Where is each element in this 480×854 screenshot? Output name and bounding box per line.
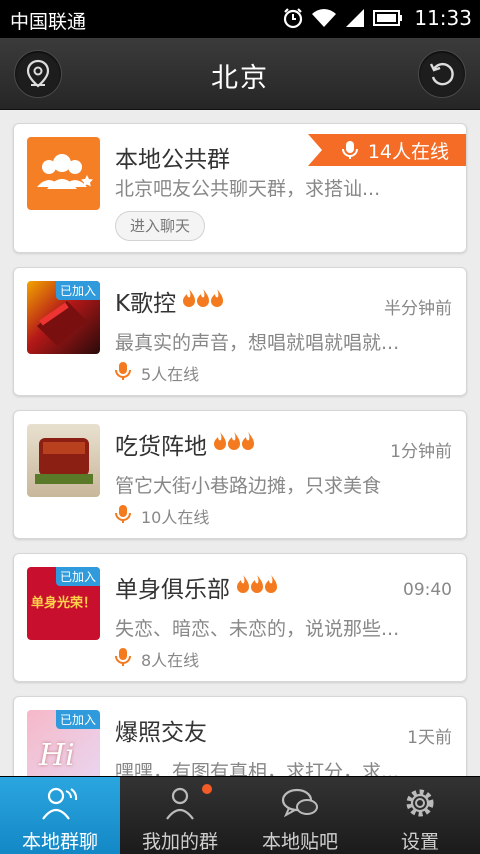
group-card-kge[interactable]: 已加入 K歌控 半分钟前 最真实的声音，想唱就唱就唱就... 5人在线: [13, 267, 467, 396]
group-time: 半分钟前: [384, 299, 452, 319]
group-time: 09:40: [403, 580, 452, 600]
online-count-text: 14人在线: [367, 140, 449, 163]
hot-fire-icon: [213, 431, 255, 457]
group-avatar-text: Hi: [39, 738, 75, 773]
group-name: 吃货阵地: [115, 434, 207, 460]
carrier-name: 中国联通: [10, 11, 87, 33]
voice-icon: [115, 504, 131, 528]
status-icons: 11:33: [282, 6, 472, 30]
group-name-row: 吃货阵地: [115, 427, 255, 461]
signal-icon: [346, 9, 365, 27]
group-desc: 管它大街小巷路边摊，只求美食: [115, 475, 382, 497]
voice-icon: [115, 647, 131, 671]
nav-label: 我加的群: [141, 831, 218, 853]
group-desc: 失恋、暗恋、未恋的，说说那些...: [115, 618, 400, 640]
group-desc: 最真实的声音，想唱就唱就唱就...: [115, 332, 400, 354]
nav-label: 本地群聊: [21, 831, 98, 853]
public-group-name: 本地公共群: [115, 147, 230, 173]
group-online-text: 10人在线: [141, 508, 210, 527]
group-online: 10人在线: [115, 504, 209, 528]
group-name: K歌控: [115, 291, 177, 317]
alarm-icon: [284, 8, 303, 29]
nav-local-chat[interactable]: 本地群聊: [0, 777, 120, 854]
group-online-text: 8人在线: [141, 651, 200, 670]
voice-icon: [115, 361, 131, 385]
public-group-card[interactable]: 本地公共群 14人在线 北京吧友公共聊天群，求搭讪... 进入聊天: [13, 123, 467, 253]
food-image-icon: [35, 438, 93, 484]
group-desc: 嘿嘿，有图有真相，求打分，求...: [115, 761, 400, 776]
joined-badge: 已加入: [55, 567, 100, 586]
hot-fire-icon: [182, 288, 224, 314]
public-group-avatar: [27, 137, 100, 210]
group-list[interactable]: 本地公共群 14人在线 北京吧友公共聊天群，求搭讪... 进入聊天 已加入 K歌…: [0, 110, 480, 776]
group-avatar: 单身光荣！ 已加入: [27, 567, 100, 640]
online-count-tag: 14人在线: [307, 134, 466, 166]
group-time: 1分钟前: [390, 442, 452, 462]
public-group-desc: 北京吧友公共聊天群，求搭讪...: [115, 178, 381, 200]
group-avatar: [27, 424, 100, 497]
group-time: 1天前: [407, 728, 452, 748]
voice-icon: [341, 141, 358, 159]
page-title: 北京: [211, 63, 269, 94]
group-card-single[interactable]: 单身光荣！ 已加入 单身俱乐部 09:40 失恋、暗恋、未恋的，说说那些... …: [13, 553, 467, 682]
hot-fire-icon: [236, 574, 278, 600]
group-name: 单身俱乐部: [115, 577, 230, 603]
status-bar: 中国联通 11:33: [0, 0, 480, 38]
title-bar: 北京: [0, 38, 480, 110]
forum-chat-icon: [281, 788, 318, 818]
wifi-icon: [312, 9, 337, 27]
group-online: 5人在线: [115, 361, 199, 385]
people-group-icon: [37, 154, 93, 189]
group-card-food[interactable]: 吃货阵地 1分钟前 管它大街小巷路边摊，只求美食 10人在线: [13, 410, 467, 539]
nav-my-groups[interactable]: 我加的群: [120, 777, 240, 854]
group-name-row: K歌控: [115, 284, 224, 318]
refresh-button[interactable]: [418, 50, 466, 98]
nav-settings[interactable]: 设置: [360, 777, 480, 854]
group-card-photo[interactable]: Hi 已加入 爆照交友 1天前 嘿嘿，有图有真相，求打分，求...: [13, 696, 467, 776]
refresh-icon: [429, 62, 454, 86]
joined-badge: 已加入: [55, 710, 100, 729]
group-avatar: Hi 已加入: [27, 710, 100, 776]
group-avatar: 已加入: [27, 281, 100, 354]
joined-badge: 已加入: [55, 281, 100, 300]
group-name: 爆照交友: [115, 720, 207, 746]
nav-local-forum[interactable]: 本地贴吧: [240, 777, 360, 854]
group-online: 8人在线: [115, 647, 199, 671]
my-groups-icon: [166, 787, 194, 820]
group-avatar-text: 单身光荣！: [30, 596, 96, 611]
bottom-nav: 本地群聊 我加的群 本地贴吧 设置: [0, 776, 480, 854]
enter-chat-button[interactable]: 进入聊天: [115, 211, 206, 241]
group-online-text: 5人在线: [141, 365, 200, 384]
battery-icon: [373, 10, 403, 26]
group-chat-icon: [42, 787, 78, 820]
clock: 11:33: [414, 6, 472, 30]
nav-label: 本地贴吧: [261, 831, 338, 853]
nav-label: 设置: [400, 831, 439, 853]
group-name-row: 单身俱乐部: [115, 570, 278, 604]
notification-dot: [202, 784, 212, 794]
settings-gear-icon: [406, 789, 434, 817]
